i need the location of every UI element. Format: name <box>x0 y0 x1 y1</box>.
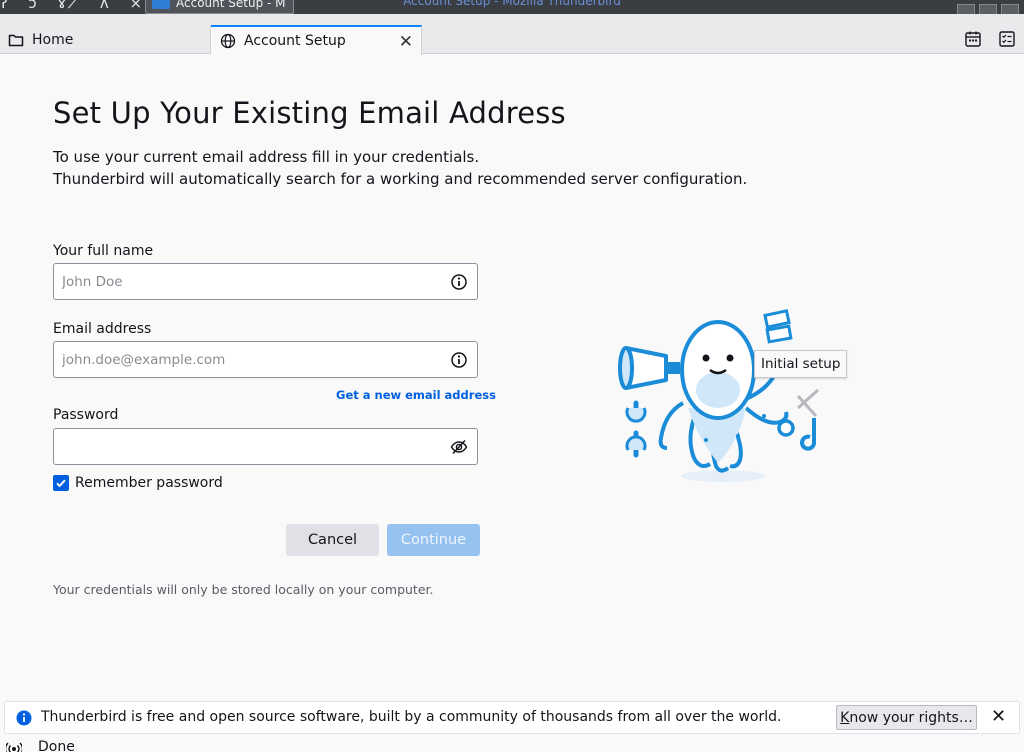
get-new-email-link[interactable]: Get a new email address <box>336 388 496 402</box>
intro-text-line-2: Thunderbird will automatically search fo… <box>53 170 748 188</box>
status-text: Done <box>38 739 75 752</box>
window-title: Account Setup - Mozilla Thunderbird <box>403 0 621 8</box>
password-field <box>53 428 478 465</box>
online-status-icon[interactable] <box>6 741 22 752</box>
checkmark-icon <box>56 479 66 488</box>
eye-hidden-icon[interactable] <box>450 438 468 456</box>
password-input[interactable] <box>54 429 444 464</box>
notification-message: Thunderbird is free and open source soft… <box>41 709 782 725</box>
know-your-rights-accesskey: K <box>840 709 850 726</box>
intro-text-line-1: To use your current email address fill i… <box>53 148 480 166</box>
os-taskbar: ʔ ɔ ɤ ̸ ʌ × ↑ Account Setup - M Account … <box>0 0 1024 14</box>
close-tab-icon[interactable]: ✕ <box>399 32 413 52</box>
info-icon[interactable] <box>450 351 468 369</box>
email-input[interactable] <box>54 342 444 377</box>
folder-icon <box>8 34 24 46</box>
window-maximize-button[interactable] <box>979 4 997 14</box>
info-icon <box>16 710 32 726</box>
remember-password-checkbox[interactable] <box>53 475 69 491</box>
tab-home-label: Home <box>32 31 74 48</box>
full-name-field <box>53 263 478 300</box>
tasks-icon[interactable] <box>998 30 1016 48</box>
full-name-input[interactable] <box>54 264 444 299</box>
know-your-rights-label: now your rights… <box>849 709 973 726</box>
calendar-icon[interactable] <box>964 30 982 48</box>
page-title: Set Up Your Existing Email Address <box>53 96 566 130</box>
tab-account-setup[interactable]: Account Setup ✕ <box>211 25 422 55</box>
tab-account-setup-label: Account Setup <box>244 33 346 49</box>
email-label: Email address <box>53 321 152 337</box>
initial-setup-tooltip: Initial setup <box>754 350 848 378</box>
window-close-button[interactable] <box>1001 4 1019 14</box>
info-icon[interactable] <box>450 273 468 291</box>
know-your-rights-button[interactable]: Know your rights… <box>836 705 977 730</box>
notification-bar: Thunderbird is free and open source soft… <box>4 701 1020 734</box>
status-bar: Done <box>0 736 1024 752</box>
continue-button[interactable]: Continue <box>387 524 480 556</box>
cancel-button[interactable]: Cancel <box>286 524 379 556</box>
tab-bar: Home Account Setup ✕ <box>0 14 1024 55</box>
remember-password-row[interactable]: Remember password <box>53 475 223 491</box>
full-name-label: Your full name <box>53 243 154 259</box>
privacy-note: Your credentials will only be stored loc… <box>53 582 434 597</box>
remember-password-label: Remember password <box>75 475 223 491</box>
email-field <box>53 341 478 378</box>
password-label: Password <box>53 407 119 423</box>
tab-home[interactable]: Home <box>0 25 211 54</box>
close-notification-icon[interactable]: ✕ <box>991 706 1006 727</box>
globe-icon <box>220 33 236 49</box>
window-minimize-button[interactable] <box>957 4 975 14</box>
octopus-illustration <box>618 309 820 482</box>
